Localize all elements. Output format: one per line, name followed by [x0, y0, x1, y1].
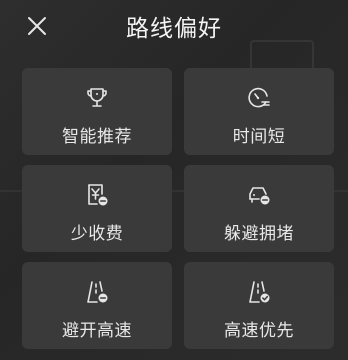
- page-title: 路线偏好: [126, 16, 222, 42]
- route-preference-header: 路线偏好: [0, 0, 348, 56]
- option-label: 高速优先: [224, 321, 294, 341]
- option-label: 少收费: [70, 224, 124, 244]
- option-less-toll[interactable]: 少收费: [22, 165, 172, 252]
- option-label: 避开高速: [62, 321, 132, 341]
- option-shortest-time[interactable]: 时间短: [184, 68, 334, 155]
- highway-priority-icon: [246, 279, 272, 305]
- option-label: 躲避拥堵: [224, 224, 294, 244]
- trophy-icon: [84, 85, 110, 111]
- option-smart-recommend[interactable]: 智能推荐: [22, 68, 172, 155]
- avoid-highway-icon: [84, 279, 110, 305]
- option-label: 时间短: [232, 127, 286, 147]
- option-avoid-congestion[interactable]: 躲避拥堵: [184, 165, 334, 252]
- option-avoid-highway[interactable]: 避开高速: [22, 262, 172, 349]
- no-toll-icon: [84, 182, 110, 208]
- option-highway-priority[interactable]: 高速优先: [184, 262, 334, 349]
- preference-options-grid: 智能推荐 时间短 少收费 躲避拥堵 避开高速 高速优先: [22, 68, 343, 349]
- avoid-congestion-icon: [246, 182, 272, 208]
- speedometer-icon: [246, 85, 272, 111]
- option-label: 智能推荐: [62, 127, 132, 147]
